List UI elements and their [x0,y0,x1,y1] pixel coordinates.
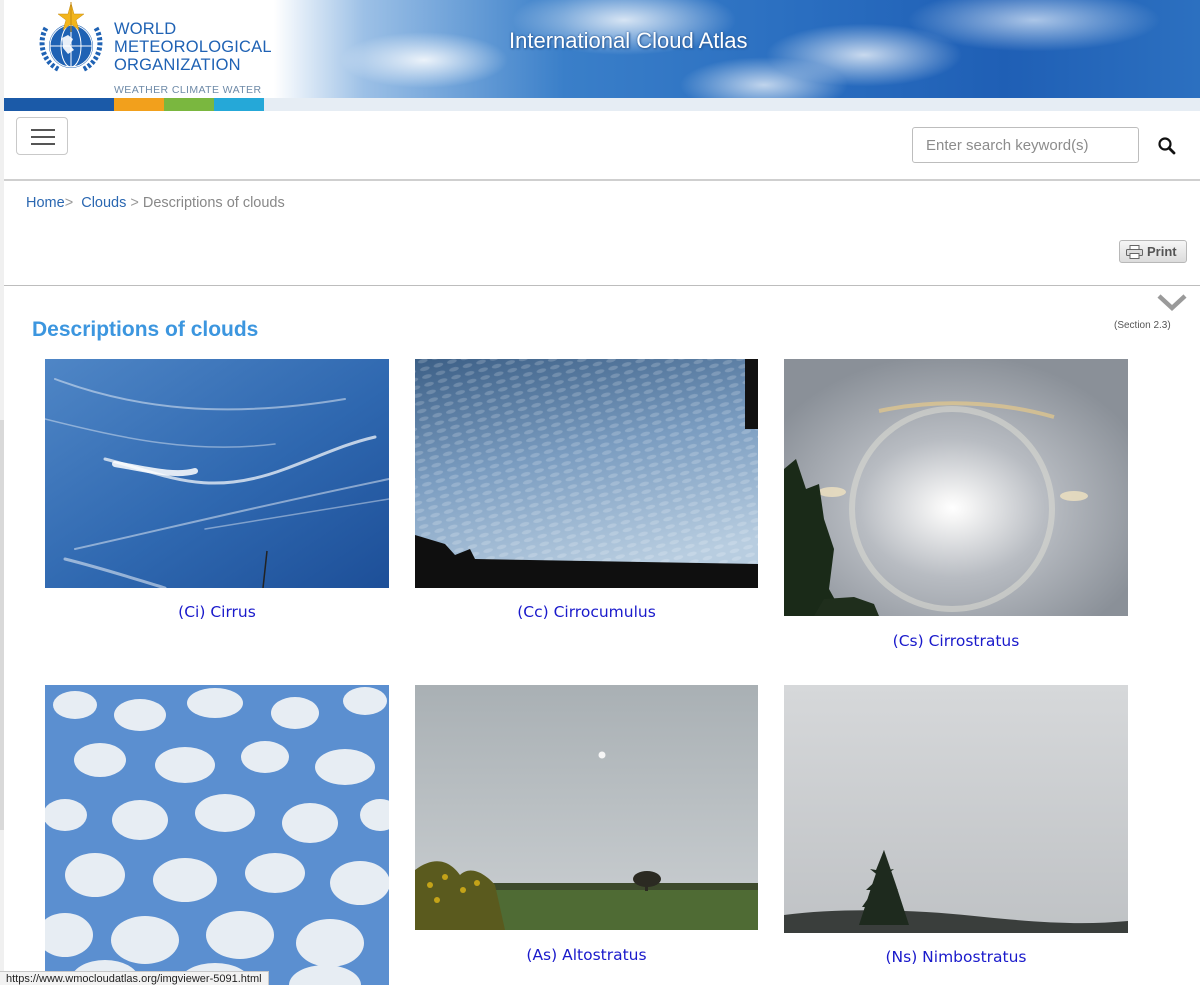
cirrostratus-image [784,359,1128,616]
wmo-logo-link[interactable]: WORLD METEOROLOGICAL ORGANIZATION WEATHE… [34,2,274,98]
cirrocumulus-photo[interactable] [415,359,758,588]
print-button[interactable]: Print [1119,240,1187,263]
nimbostratus-photo[interactable] [784,685,1128,933]
page-title: Descriptions of clouds [32,318,259,341]
cirrocumulus-caption[interactable]: (Cc) Cirrocumulus [415,603,758,621]
brand-color-strip [4,98,1200,111]
nav-bar [4,111,1200,181]
printer-icon [1126,245,1143,259]
breadcrumb-clouds-link[interactable]: Clouds [81,195,126,211]
hamburger-menu-icon [31,129,55,131]
cirrus-caption[interactable]: (Ci) Cirrus [45,603,389,621]
altocumulus-photo[interactable] [45,685,389,985]
cirrus-photo[interactable] [45,359,389,588]
breadcrumb-current: Descriptions of clouds [142,195,285,211]
cirrocumulus-image [415,359,758,588]
cirrus-image [45,359,389,588]
cirrostratus-caption[interactable]: (Cs) Cirrostratus [784,632,1128,650]
status-bar-url: https://www.wmocloudatlas.org/imgviewer-… [0,971,269,985]
nimbostratus-image [784,685,1128,933]
color-strip-light [264,98,1200,111]
org-tagline: WEATHER CLIMATE WATER [114,84,262,96]
left-scroll-thumb[interactable] [0,420,4,830]
chevron-down-icon[interactable] [1156,292,1188,312]
color-strip-blue [4,98,114,111]
altocumulus-image [45,685,389,985]
hamburger-line [31,136,55,138]
breadcrumb: Home> Clouds > Descriptions of clouds [26,195,285,211]
hamburger-line [31,143,55,145]
altostratus-caption[interactable]: (As) Altostratus [415,946,758,964]
nimbostratus-caption[interactable]: (Ns) Nimbostratus [784,948,1128,966]
search-input[interactable] [912,127,1139,163]
altostratus-image [415,685,758,930]
org-name-line-2: METEOROLOGICAL [114,38,272,56]
breadcrumb-separator: > [64,195,74,211]
print-label: Print [1147,244,1177,259]
color-strip-orange [114,98,164,111]
cirrostratus-photo[interactable] [784,359,1128,616]
site-title[interactable]: International Cloud Atlas [509,28,748,54]
breadcrumb-separator: > [130,195,139,211]
magnifier-icon[interactable] [1156,135,1178,157]
org-name-line-3: ORGANIZATION [114,56,241,74]
breadcrumb-home-link[interactable]: Home [26,195,65,211]
org-name-line-1: WORLD [114,20,177,38]
section-reference: (Section 2.3) [1114,320,1171,331]
org-name: WORLD METEOROLOGICAL ORGANIZATION [114,20,272,74]
color-strip-green [164,98,214,111]
color-strip-cyan [214,98,264,111]
section-divider [4,285,1200,286]
wmo-emblem-icon [39,2,103,73]
menu-toggle-button[interactable] [16,117,68,155]
altostratus-photo[interactable] [415,685,758,930]
site-banner: WORLD METEOROLOGICAL ORGANIZATION WEATHE… [4,0,1200,98]
